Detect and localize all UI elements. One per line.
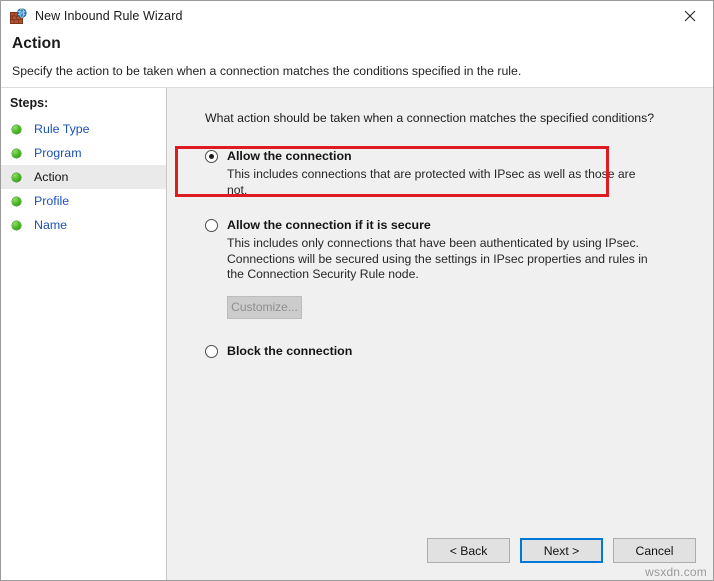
option-label: Allow the connection if it is secure [227, 218, 431, 232]
back-button[interactable]: < Back [427, 538, 510, 563]
wizard-window: New Inbound Rule Wizard Action Specify t… [0, 0, 714, 581]
sidebar-item-profile[interactable]: Profile [1, 189, 166, 213]
page-title: Action [12, 35, 61, 52]
close-icon[interactable] [667, 1, 713, 31]
wizard-button-bar: < Back Next > Cancel [427, 538, 696, 563]
sidebar-item-program[interactable]: Program [1, 141, 166, 165]
option-label: Block the connection [227, 343, 353, 358]
step-complete-icon [12, 196, 21, 206]
sidebar-item-rule-type[interactable]: Rule Type [1, 117, 166, 141]
sidebar-item-label: Rule Type [34, 122, 90, 136]
step-complete-icon [12, 148, 21, 158]
firewall-globe-icon [10, 7, 27, 25]
option-allow-if-secure[interactable]: Allow the connection if it is secure Thi… [205, 218, 695, 319]
wizard-body: Steps: Rule Type Program Action Profile … [1, 88, 713, 580]
sidebar-item-name[interactable]: Name [1, 213, 166, 237]
main-panel: What action should be taken when a conne… [167, 88, 713, 580]
cancel-button[interactable]: Cancel [613, 538, 696, 563]
sidebar-item-action[interactable]: Action [1, 165, 166, 189]
radio-block-the-connection[interactable] [205, 344, 218, 358]
page-description: Specify the action to be taken when a co… [12, 64, 522, 78]
option-description: This includes only connections that have… [227, 236, 648, 281]
option-allow-header[interactable]: Allow the connection [205, 149, 695, 164]
option-description: This includes connections that are prote… [227, 167, 636, 197]
sidebar-item-label: Name [34, 218, 68, 232]
step-complete-icon [12, 124, 21, 134]
action-question: What action should be taken when a conne… [205, 111, 655, 125]
sidebar-item-label: Program [34, 146, 82, 160]
radio-allow-the-connection-if-it-is-secure[interactable] [205, 219, 218, 232]
page-header: Action Specify the action to be taken wh… [1, 31, 713, 88]
steps-sidebar: Steps: Rule Type Program Action Profile … [1, 88, 167, 580]
next-button[interactable]: Next > [520, 538, 603, 563]
sidebar-item-label: Profile [34, 194, 70, 208]
title-bar: New Inbound Rule Wizard [1, 1, 713, 31]
step-complete-icon [12, 172, 21, 182]
radio-allow-the-connection[interactable] [205, 150, 218, 163]
sidebar-item-label: Action [34, 170, 69, 184]
window-title: New Inbound Rule Wizard [35, 9, 183, 23]
step-complete-icon [12, 220, 21, 230]
option-allow-the-connection[interactable]: Allow the connection This includes conne… [205, 149, 695, 198]
steps-heading: Steps: [10, 96, 49, 110]
option-block-the-connection[interactable]: Block the connection [205, 344, 695, 359]
option-block-header[interactable]: Block the connection [205, 344, 695, 359]
option-label: Allow the connection [227, 149, 352, 163]
customize-button[interactable]: Customize... [227, 295, 302, 319]
watermark: wsxdn.com [645, 565, 707, 579]
option-allow-secure-header[interactable]: Allow the connection if it is secure [205, 218, 695, 233]
